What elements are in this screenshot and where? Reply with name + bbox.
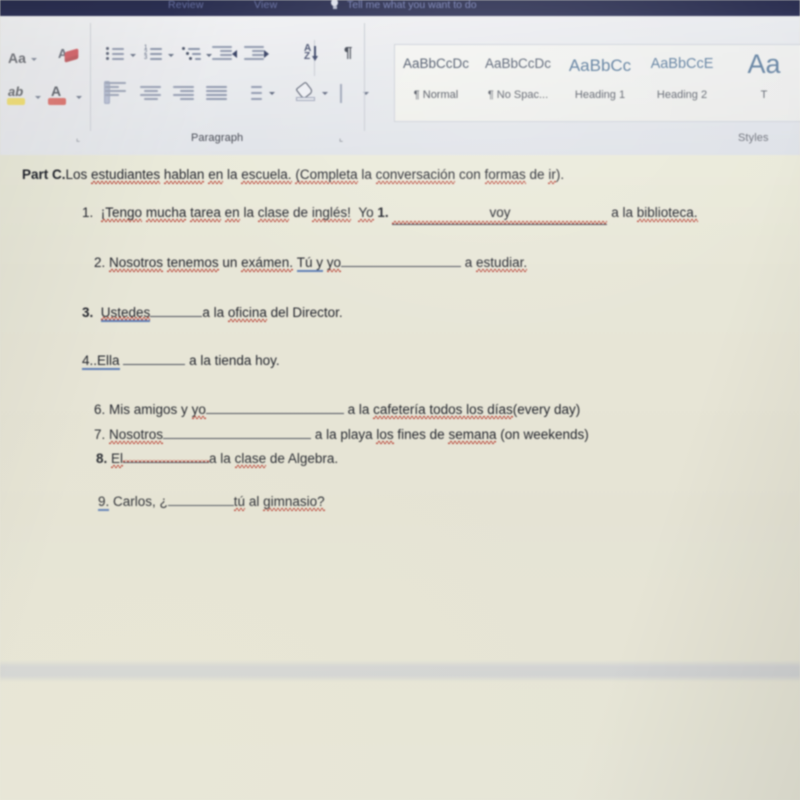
multilevel-list-caret-icon[interactable] bbox=[206, 54, 212, 57]
text-highlight-color-icon[interactable]: ab bbox=[6, 84, 30, 108]
group-divider bbox=[90, 23, 91, 131]
item-number: 1. bbox=[82, 205, 94, 220]
font-color-icon[interactable]: A bbox=[48, 83, 72, 108]
style-name: T bbox=[760, 89, 768, 101]
answer-blank-1[interactable]: voy bbox=[392, 205, 608, 225]
styles-gallery[interactable]: AaBbCcDc ¶ Normal AaBbCcDc ¶ No Spac... … bbox=[394, 44, 800, 122]
paragraph-group-label: Paragraph bbox=[191, 132, 244, 144]
paragraph-group: 1 2 3 A Z ¶ Paragraph ⌞ bbox=[92, 32, 369, 154]
style-name: ¶ No Spac... bbox=[487, 89, 549, 101]
document-body[interactable]: Part C.Los estudiantes hablan en la escu… bbox=[0, 155, 800, 660]
style-preview: AaBbCс bbox=[568, 56, 632, 75]
document-page[interactable]: Part C.Los estudiantes hablan en la escu… bbox=[0, 155, 800, 800]
exercise-item-8: 8. El a la clase de Algebra. bbox=[96, 451, 339, 466]
style-item-normal[interactable]: AaBbCcDc ¶ Normal bbox=[395, 45, 477, 121]
answer-blank-6[interactable] bbox=[205, 413, 344, 414]
sort-icon[interactable]: A Z bbox=[304, 44, 320, 62]
align-left-icon[interactable] bbox=[104, 81, 126, 104]
shading-caret-icon[interactable] bbox=[322, 92, 328, 95]
show-formatting-marks-icon[interactable]: ¶ bbox=[344, 44, 352, 61]
clear-formatting-icon[interactable]: A bbox=[58, 46, 80, 68]
style-name: Heading 1 bbox=[574, 89, 626, 101]
style-item-heading-2[interactable]: AaBbCcE Heading 2 bbox=[641, 45, 723, 121]
style-item-heading-1[interactable]: AaBbCс Heading 1 bbox=[559, 45, 641, 121]
exercise-item-7: 7. Nosotros a la playa los fines de sema… bbox=[94, 427, 589, 442]
font-group: Aa A ab A ⌞ bbox=[0, 32, 90, 154]
tell-me-search[interactable]: Tell me what you want to do bbox=[347, 0, 477, 11]
item-number: 3. bbox=[82, 305, 94, 320]
style-preview: AaBbCcDc bbox=[484, 56, 552, 71]
answer-blank-3[interactable] bbox=[150, 316, 203, 317]
paragraph-dialog-launcher[interactable]: ⌞ bbox=[339, 134, 348, 143]
page-break-divider bbox=[0, 660, 800, 682]
answer-blank-4[interactable] bbox=[123, 364, 186, 365]
font-dialog-launcher[interactable]: ⌞ bbox=[76, 134, 85, 143]
style-item-no-spacing[interactable]: AaBbCcDc ¶ No Spac... bbox=[477, 45, 559, 121]
exercise-item-9: 9. Carlos, ¿ tú al gimnasio? bbox=[98, 494, 325, 511]
word-application-window: Review View Tell me what you want to do … bbox=[0, 0, 800, 800]
exercise-item-3: 3. Ustedes a la oficina del Director. bbox=[82, 305, 343, 322]
item-number: 7. bbox=[94, 427, 106, 442]
group-divider bbox=[364, 23, 365, 131]
item-number: 8. bbox=[96, 451, 108, 466]
ribbon-tab-strip[interactable]: Review View Tell me what you want to do bbox=[0, 0, 800, 16]
answer-blank-8[interactable] bbox=[123, 460, 210, 463]
change-case-icon[interactable]: Aa bbox=[8, 50, 26, 66]
item-number: 2. bbox=[94, 255, 106, 270]
style-name: Heading 2 bbox=[656, 89, 708, 101]
line-spacing-caret-icon[interactable] bbox=[269, 92, 275, 95]
ribbon-tab-review[interactable]: Review bbox=[168, 0, 204, 11]
ribbon-tab-view[interactable]: View bbox=[254, 0, 277, 11]
style-preview: AaBbCcE bbox=[650, 56, 714, 72]
lightbulb-icon bbox=[330, 0, 339, 10]
item-number: 6. bbox=[94, 402, 106, 417]
bullets-caret-icon[interactable] bbox=[130, 54, 136, 57]
font-color-caret-icon[interactable] bbox=[76, 96, 82, 99]
answer-blank-7[interactable] bbox=[163, 438, 312, 439]
styles-group: AaBbCcDc ¶ Normal AaBbCcDc ¶ No Spac... … bbox=[366, 32, 800, 154]
item-number: 9. bbox=[98, 494, 110, 511]
exercise-item-6: 6. Mis amigos y yo a la cafetería todos … bbox=[94, 402, 581, 417]
answer-blank-2[interactable] bbox=[341, 266, 462, 267]
part-c-heading: Part C.Los estudiantes hablan en la escu… bbox=[22, 167, 565, 182]
styles-group-label: Styles bbox=[738, 132, 769, 144]
exercise-item-1: 1. ¡Tengo mucha tarea en la clase de ing… bbox=[82, 205, 698, 225]
exercise-item-4: 4..Ella a la tienda hoy. bbox=[82, 353, 280, 370]
item-number: 4. bbox=[82, 353, 94, 370]
highlight-caret-icon[interactable] bbox=[35, 96, 41, 99]
numbering-caret-icon[interactable] bbox=[168, 54, 174, 57]
answer-blank-9[interactable] bbox=[167, 505, 234, 506]
part-label: Part C. bbox=[22, 167, 66, 182]
exercise-item-2: 2. Nosotros tenemos un exámen. Tú y yo a… bbox=[94, 255, 528, 272]
style-preview: AaBbCcDc bbox=[402, 56, 470, 71]
style-item-title[interactable]: Aа T bbox=[723, 45, 800, 121]
style-name: ¶ Normal bbox=[413, 89, 459, 101]
borders-icon[interactable] bbox=[340, 84, 342, 103]
ribbon: Aa A ab A ⌞ 1 2 3 A Z ¶ Paragraph ⌞ AaBb… bbox=[0, 16, 800, 155]
style-preview: Aа bbox=[747, 49, 781, 79]
change-case-caret-icon[interactable] bbox=[31, 58, 37, 61]
